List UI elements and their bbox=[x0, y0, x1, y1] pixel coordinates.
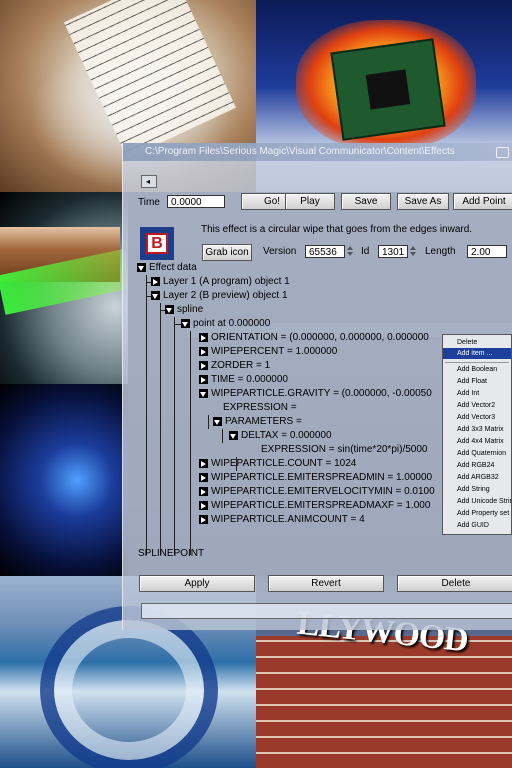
id-spinner[interactable] bbox=[409, 244, 416, 259]
menu-item-add-property-set[interactable]: Add Property set bbox=[443, 508, 511, 519]
menu-item-add-string[interactable]: Add String bbox=[443, 484, 511, 495]
menu-item-add-int[interactable]: Add Int bbox=[443, 388, 511, 399]
apply-button[interactable]: Apply bbox=[139, 575, 255, 592]
collapse-button[interactable]: ◂ bbox=[141, 175, 157, 188]
save-as-button[interactable]: Save As bbox=[397, 193, 449, 210]
menu-item-add-unicode-string[interactable]: Add Unicode String bbox=[443, 496, 511, 507]
menu-separator bbox=[445, 362, 509, 363]
expand-icon[interactable] bbox=[165, 305, 174, 314]
menu-item-add-boolean[interactable]: Add Boolean bbox=[443, 364, 511, 375]
expand-icon[interactable] bbox=[199, 347, 208, 356]
background-particles-image bbox=[0, 384, 128, 576]
menu-item-add-vector2[interactable]: Add Vector2 bbox=[443, 400, 511, 411]
version-input[interactable]: 65536 bbox=[305, 245, 345, 258]
grab-icon-button[interactable]: Grab icon bbox=[202, 244, 252, 261]
play-button[interactable]: Play bbox=[285, 193, 335, 210]
version-label: Version bbox=[263, 246, 297, 257]
context-menu[interactable]: Delete Add item ... Add Boolean Add Floa… bbox=[442, 334, 512, 535]
window-title: C:\Program Files\Serious Magic\Visual Co… bbox=[145, 146, 455, 157]
menu-item-add-4x4-matrix[interactable]: Add 4x4 Matrix bbox=[443, 436, 511, 447]
menu-item-add-quaternion[interactable]: Add Quaternion bbox=[443, 448, 511, 459]
expand-icon[interactable] bbox=[151, 277, 160, 286]
background-planet-image bbox=[0, 192, 128, 384]
time-label: Time bbox=[138, 197, 160, 208]
expand-icon[interactable] bbox=[199, 459, 208, 468]
expand-icon[interactable] bbox=[213, 417, 222, 426]
menu-item-add-guid[interactable]: Add GUID bbox=[443, 520, 511, 531]
version-spinner[interactable] bbox=[346, 244, 353, 259]
expand-icon[interactable] bbox=[151, 291, 160, 300]
revert-button[interactable]: Revert bbox=[268, 575, 384, 592]
menu-item-add-rgb24[interactable]: Add RGB24 bbox=[443, 460, 511, 471]
menu-item-add-item[interactable]: Add item ... bbox=[443, 348, 511, 359]
expand-icon[interactable] bbox=[199, 333, 208, 342]
expand-icon[interactable] bbox=[181, 319, 190, 328]
status-box bbox=[141, 603, 512, 619]
expand-icon[interactable] bbox=[199, 515, 208, 524]
id-label: Id bbox=[361, 246, 370, 257]
tree-footer-label: SPLINEPOINT bbox=[138, 548, 205, 559]
swirl-shape bbox=[40, 606, 218, 768]
effect-description[interactable]: This effect is a circular wipe that goes… bbox=[201, 224, 512, 238]
menu-item-add-3x3-matrix[interactable]: Add 3x3 Matrix bbox=[443, 424, 511, 435]
effect-logo-icon: B bbox=[140, 227, 174, 260]
expand-icon[interactable] bbox=[199, 501, 208, 510]
menu-item-add-argb32[interactable]: Add ARGB32 bbox=[443, 472, 511, 483]
expand-icon[interactable] bbox=[199, 375, 208, 384]
length-input[interactable]: 2.00 bbox=[467, 245, 507, 258]
id-input[interactable]: 1301 bbox=[378, 245, 408, 258]
arrow-left-icon: ◂ bbox=[146, 177, 151, 186]
expand-icon[interactable] bbox=[199, 487, 208, 496]
menu-item-add-vector3[interactable]: Add Vector3 bbox=[443, 412, 511, 423]
length-label: Length bbox=[425, 246, 456, 257]
add-point-button[interactable]: Add Point bbox=[453, 193, 512, 210]
menu-item-add-float[interactable]: Add Float bbox=[443, 376, 511, 387]
expand-icon[interactable] bbox=[229, 431, 238, 440]
title-bar[interactable]: C:\Program Files\Serious Magic\Visual Co… bbox=[123, 143, 512, 161]
expand-icon[interactable] bbox=[137, 263, 146, 272]
menu-item-delete[interactable]: Delete bbox=[443, 337, 511, 348]
effect-logo-letter: B bbox=[146, 233, 168, 254]
delete-button[interactable]: Delete bbox=[397, 575, 512, 592]
time-input[interactable]: 0.0000 bbox=[167, 195, 225, 208]
maximize-icon[interactable] bbox=[496, 147, 509, 158]
save-button[interactable]: Save bbox=[341, 193, 391, 210]
expand-icon[interactable] bbox=[199, 473, 208, 482]
expand-icon[interactable] bbox=[199, 361, 208, 370]
circuit-board-shape bbox=[330, 38, 446, 141]
expand-icon[interactable] bbox=[199, 389, 208, 398]
